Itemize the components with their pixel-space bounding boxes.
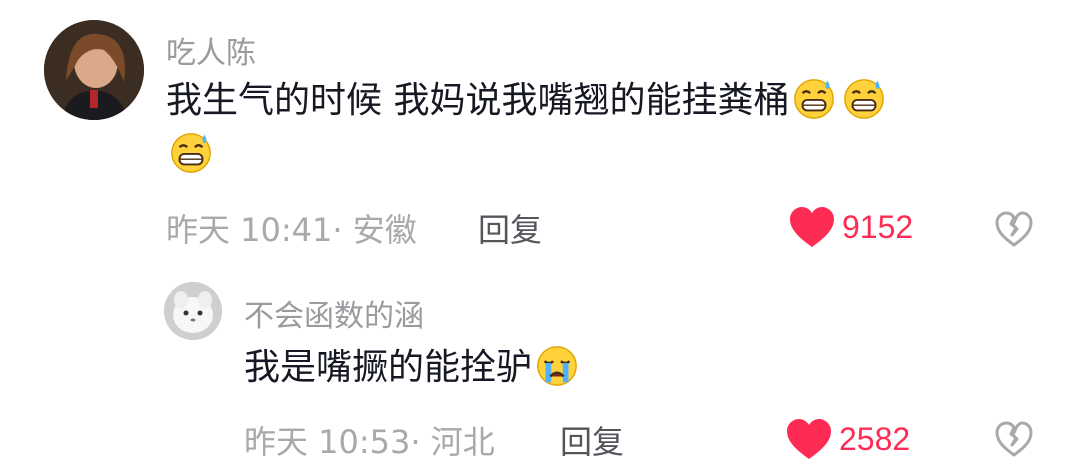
- grin-sweat-icon: [791, 75, 837, 121]
- comment-text: 我生气的时候 我妈说我嘴翘的能挂粪桶: [166, 74, 1046, 182]
- like-button[interactable]: 9152: [788, 205, 913, 249]
- reply-body: 我是嘴撅的能拴驴: [244, 347, 533, 388]
- avatar[interactable]: [44, 20, 144, 120]
- reply-text: 我是嘴撅的能拴驴: [244, 341, 582, 395]
- reply-avatar[interactable]: [164, 282, 222, 340]
- reply-button[interactable]: 回复: [478, 205, 542, 251]
- comment-body: 我生气的时候 我妈说我嘴翘的能挂粪桶: [166, 80, 790, 121]
- heart-icon: [787, 419, 831, 459]
- comment-time-location: 昨天 10:41· 安徽: [166, 211, 417, 249]
- grin-sweat-icon: [841, 75, 887, 121]
- reply-time-location: 昨天 10:53· 河北: [244, 423, 495, 461]
- heart-icon: [790, 207, 834, 247]
- grin-sweat-icon: [168, 129, 214, 175]
- broken-heart-icon[interactable]: [994, 420, 1034, 458]
- like-count: 9152: [842, 208, 914, 245]
- reply-to-reply-button[interactable]: 回复: [560, 417, 624, 463]
- reply-author[interactable]: 不会函数的涵: [244, 291, 424, 335]
- crying-face-icon: [534, 342, 580, 388]
- comment-author[interactable]: 吃人陈: [166, 28, 256, 72]
- broken-heart-icon[interactable]: [994, 210, 1034, 248]
- reply-like-count: 2582: [839, 420, 911, 457]
- reply-like-button[interactable]: 2582: [785, 417, 910, 461]
